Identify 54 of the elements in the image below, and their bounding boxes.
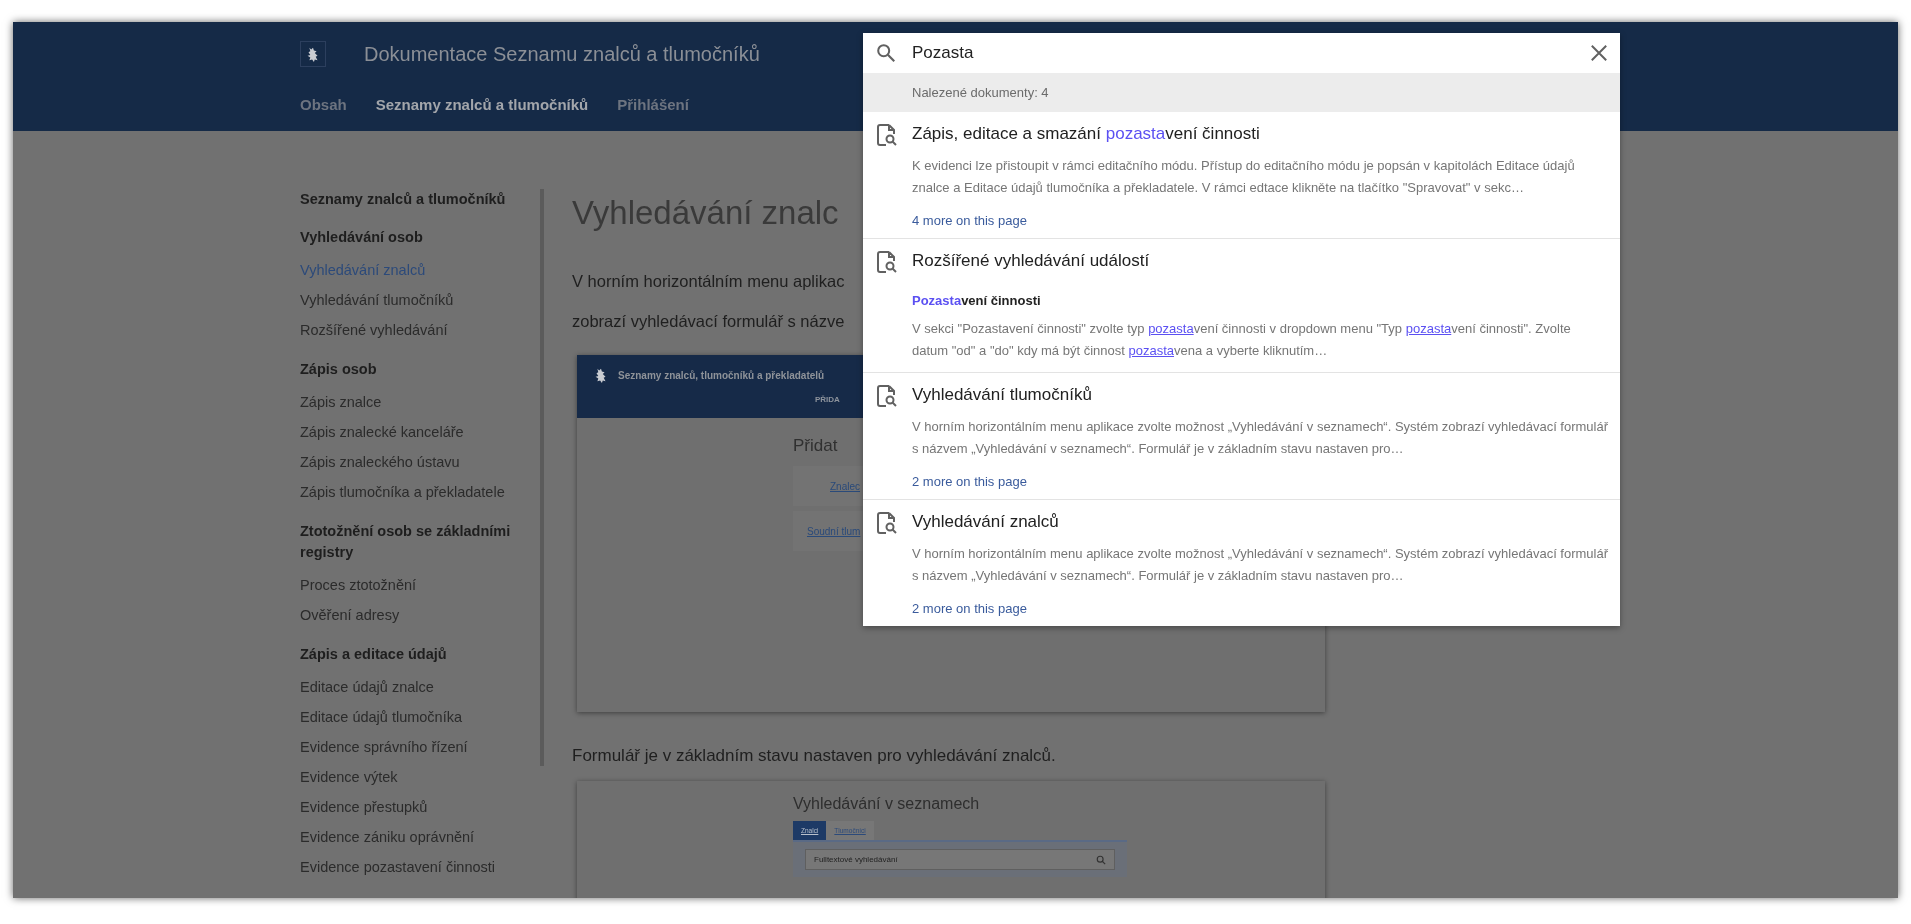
- sidebar-item[interactable]: Zápis znalce: [300, 387, 540, 417]
- close-icon[interactable]: [1590, 44, 1608, 62]
- result-subheading[interactable]: Pozastavení činnosti: [912, 293, 1041, 308]
- document-search-icon: [877, 385, 897, 407]
- sidebar-heading[interactable]: Zápis osob: [300, 359, 540, 380]
- result-snippet: V sekci "Pozastavení činnosti" zvolte typ pozastavení činnosti v dropdown menu "Typ pozastavení činnosti". Zvolte datum "od" a "do" kdy má být činnost pozastavena a vyberte kliknutím…: [912, 320, 1572, 360]
- sidebar-heading[interactable]: Zápis a editace údajů: [300, 644, 540, 665]
- sidebar-item[interactable]: Evidence zániku oprávnění: [300, 822, 540, 852]
- section-heading: Vyhledávání v seznamech: [793, 795, 981, 813]
- result-title[interactable]: Zápis, editace a smazání pozastavení činnosti: [912, 123, 1260, 145]
- result-snippet: V horním horizontálním menu aplikace zvolte možnost „Vyhledávání v seznamech“. Systém zobrazí vyhledávací formulář s názvem „Vyhledávání v seznamech“. Formulář je v základním stavu nastaven pro…: [912, 545, 1610, 585]
- more-link[interactable]: 2 more on this page: [912, 601, 1027, 616]
- sidebar-item[interactable]: Evidence správního řízení: [300, 732, 540, 762]
- sidebar-item[interactable]: Ověření adresy: [300, 600, 540, 630]
- sidebar-heading[interactable]: Ztotožnění osob se základními registry: [300, 521, 540, 563]
- search-icon: [1096, 854, 1106, 865]
- nav-link[interactable]: Obsah: [300, 96, 347, 113]
- site-title: Dokumentace Seznamu znalců a tlumočníků: [364, 42, 760, 66]
- sidebar-heading[interactable]: Vyhledávání osob: [300, 227, 540, 248]
- result-title[interactable]: Rozšířené vyhledávání událostí: [912, 250, 1150, 272]
- paragraph: Formulář je v základním stavu nastaven pro vyhledávání znalců.: [572, 745, 1057, 767]
- section-heading: Přidat: [793, 436, 838, 456]
- result-title[interactable]: Vyhledávání tlumočníků: [912, 384, 1092, 406]
- document-search-icon: [877, 251, 897, 273]
- nav-link[interactable]: Seznamy znalců a tlumočníků: [375, 96, 589, 113]
- sidebar-item[interactable]: Vyhledávání znalců: [300, 255, 540, 285]
- sidebar-title[interactable]: Seznamy znalců a tlumočníků: [300, 191, 540, 207]
- sidebar-item[interactable]: Evidence přestupků: [300, 792, 540, 822]
- logo[interactable]: [300, 41, 326, 67]
- paragraph: V horním horizontálním menu aplikac zobrazí vyhledávací formulář s názve: [572, 271, 845, 332]
- result-snippet: K evidenci lze přistoupit v rámci editačního módu. Přístup do editačního módu je popsán v kapitolách Editace údajů znalce a Editace údajů tlumočníka a překladatele. V rámci edtace klikněte na tlačítko "Spravovat" v sekc…: [912, 157, 1576, 197]
- more-link[interactable]: 4 more on this page: [912, 213, 1027, 228]
- result-snippet: V horním horizontálním menu aplikace zvolte možnost „Vyhledávání v seznamech“. Systém zobrazí vyhledávací formulář s názvem „Vyhledávání v seznamech“. Formulář je v základním stavu nastaven pro…: [912, 418, 1610, 458]
- sidebar-item[interactable]: Evidence pozastavení činnosti: [300, 852, 540, 882]
- nav-link[interactable]: Přihlášení: [617, 96, 689, 113]
- sidebar-item[interactable]: Evidence výtek: [300, 762, 540, 792]
- app-title: Seznamy znalců, tlumočníků a překladatelů: [618, 370, 825, 381]
- page-heading: Vyhledávání znalc: [572, 193, 839, 233]
- results-count: Nalezené dokumenty: 4: [912, 85, 1049, 100]
- search-icon: [875, 42, 897, 64]
- more-link[interactable]: 2 more on this page: [912, 474, 1027, 489]
- placeholder-text: Fulltextové vyhledávání: [814, 855, 898, 864]
- sidebar-item[interactable]: Editace údajů znalce: [300, 672, 540, 702]
- document-search-icon: [877, 512, 897, 534]
- sidebar-item[interactable]: Zápis tlumočníka a překladatele: [300, 477, 540, 507]
- sidebar-item[interactable]: Zápis znalecké kanceláře: [300, 417, 540, 447]
- search-field[interactable]: Pozasta: [912, 43, 1590, 63]
- sidebar-item[interactable]: Rozšířené vyhledávání: [300, 315, 540, 345]
- sidebar-item[interactable]: Proces ztotožnění: [300, 570, 540, 600]
- result-title[interactable]: Vyhledávání znalců: [912, 511, 1059, 533]
- sidebar-item[interactable]: Zápis znaleckého ústavu: [300, 447, 540, 477]
- sidebar-item[interactable]: Editace údajů tlumočníka: [300, 702, 540, 732]
- sidebar-item[interactable]: Vyhledávání tlumočníků: [300, 285, 540, 315]
- document-search-icon: [877, 124, 897, 146]
